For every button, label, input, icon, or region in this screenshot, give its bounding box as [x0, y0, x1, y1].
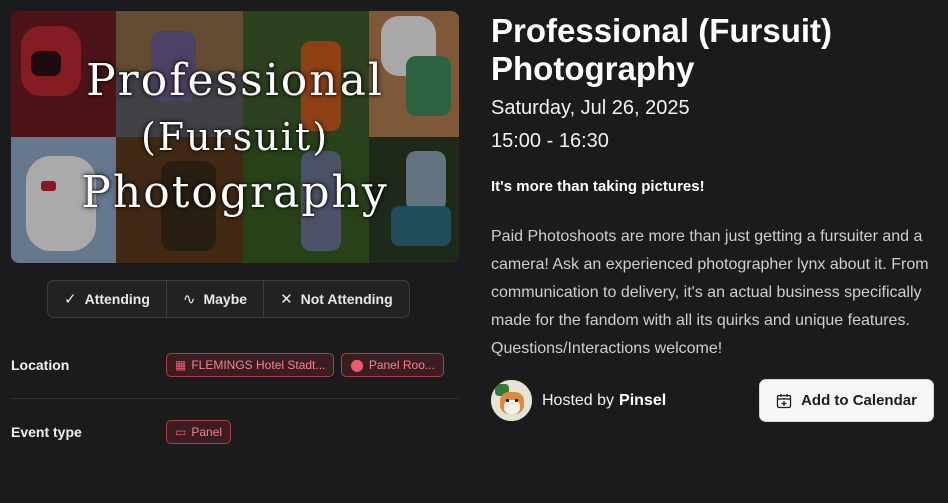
venue-chip-label: FLEMINGS Hotel Stadt... — [191, 358, 326, 372]
building-icon: ▦ — [175, 358, 187, 372]
event-type-chips: ▭ Panel — [166, 420, 232, 444]
room-chip-label: Panel Roo... — [368, 358, 435, 372]
event-detail-page: Professional (Fursuit) Photography ✓ Att… — [0, 0, 948, 503]
banner-line-2: (Fursuit) — [140, 115, 330, 159]
event-title: Professional (Fursuit) Photography — [491, 12, 833, 87]
x-icon: ✕ — [280, 290, 293, 308]
not-attending-label: Not Attending — [300, 291, 393, 307]
room-chip[interactable]: ⬤ Panel Roo... — [341, 353, 444, 377]
banner-line-1: Professional — [86, 55, 384, 106]
location-row: Location ▦ FLEMINGS Hotel Stadt... ⬤ Pan… — [11, 353, 459, 377]
host-info: Hosted by Pinsel — [491, 380, 666, 421]
add-to-calendar-button[interactable]: Add to Calendar — [759, 379, 934, 422]
map-pin-icon: ⬤ — [350, 358, 364, 372]
not-attending-button[interactable]: ✕ Not Attending — [264, 281, 409, 317]
event-banner-image: Professional (Fursuit) Photography — [11, 11, 459, 263]
id-card-icon: ▭ — [175, 425, 187, 439]
details-divider — [11, 398, 459, 399]
location-label: Location — [11, 357, 70, 373]
banner-title: Professional (Fursuit) Photography — [11, 11, 459, 263]
event-type-chip[interactable]: ▭ Panel — [166, 420, 232, 444]
rsvp-toggle-group: ✓ Attending ∿ Maybe ✕ Not Attending — [47, 280, 410, 318]
event-type-row: Event type ▭ Panel — [11, 420, 459, 444]
event-tagline: It's more than taking pictures! — [491, 178, 705, 195]
maybe-button[interactable]: ∿ Maybe — [167, 281, 265, 317]
event-time: 15:00 - 16:30 — [491, 130, 609, 152]
check-icon: ✓ — [64, 290, 77, 308]
banner-line-3: Photography — [81, 167, 389, 218]
attending-button[interactable]: ✓ Attending — [48, 281, 167, 317]
event-date: Saturday, Jul 26, 2025 — [491, 97, 690, 119]
calendar-plus-icon — [776, 393, 792, 408]
event-type-chip-label: Panel — [191, 425, 223, 439]
host-prefix: Hosted by — [542, 391, 615, 409]
host-avatar[interactable] — [491, 380, 532, 421]
venue-chip[interactable]: ▦ FLEMINGS Hotel Stadt... — [166, 353, 335, 377]
tilde-icon: ∿ — [182, 290, 196, 308]
event-type-label: Event type — [11, 424, 82, 440]
maybe-label: Maybe — [203, 291, 248, 307]
attending-label: Attending — [84, 291, 150, 307]
event-description: Paid Photoshoots are more than just gett… — [491, 228, 929, 357]
avatar-image — [491, 380, 532, 421]
add-to-calendar-label: Add to Calendar — [801, 392, 917, 409]
host-name[interactable]: Pinsel — [619, 392, 666, 410]
location-chips: ▦ FLEMINGS Hotel Stadt... ⬤ Panel Roo... — [166, 353, 444, 377]
